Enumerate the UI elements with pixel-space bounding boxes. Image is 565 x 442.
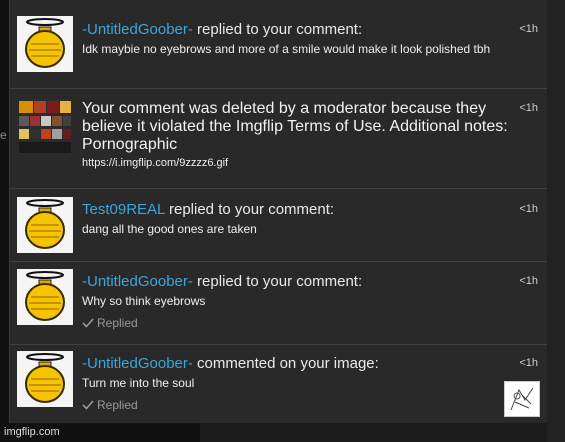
notification-username[interactable]: -UntitledGoober- <box>82 21 193 38</box>
replied-indicator: Replied <box>82 398 514 412</box>
sketch-image-icon <box>510 387 534 411</box>
image-thumbnail-icon <box>17 99 73 155</box>
notification-time: <1h <box>519 275 538 287</box>
notification-item[interactable]: Test09REAL replied to your comment: dang… <box>10 189 548 262</box>
moderation-message: Your comment was deleted by a moderator … <box>82 100 508 153</box>
replied-label: Replied <box>97 398 138 412</box>
notification-body: dang all the good ones are taken <box>82 222 257 236</box>
notifications-panel: -UntitledGoober- replied to your comment… <box>9 0 549 423</box>
avatar[interactable] <box>17 16 73 72</box>
left-edge-strip: e <box>0 0 9 442</box>
avatar[interactable] <box>17 351 73 407</box>
notification-username[interactable]: -UntitledGoober- <box>82 355 193 372</box>
notification-time: <1h <box>519 357 538 369</box>
golden-jar-halo-icon <box>25 199 65 249</box>
commented-image-thumbnail[interactable] <box>504 381 540 417</box>
imgflip-watermark: imgflip.com <box>0 423 200 442</box>
avatar[interactable] <box>17 197 73 253</box>
notification-username[interactable]: -UntitledGoober- <box>82 273 193 290</box>
notification-item[interactable]: -UntitledGoober- commented on your image… <box>10 345 548 423</box>
notification-action: commented on your image: <box>192 355 379 372</box>
notification-action: replied to your comment: <box>192 273 363 290</box>
replied-indicator: Replied <box>82 316 514 330</box>
checkmark-icon <box>82 400 94 410</box>
notification-item[interactable]: Your comment was deleted by a moderator … <box>10 89 548 189</box>
left-edge-text: e <box>0 128 7 142</box>
checkmark-icon <box>82 318 94 328</box>
notification-time: <1h <box>519 102 538 114</box>
replied-label: Replied <box>97 316 138 330</box>
notification-time: <1h <box>519 23 538 35</box>
notification-body: Turn me into the soul <box>82 376 195 390</box>
notification-time: <1h <box>519 203 538 215</box>
notification-body: Idk maybie no eyebrows and more of a smi… <box>82 42 491 56</box>
right-scroll-strip <box>547 0 565 442</box>
moderation-link[interactable]: https://i.imgflip.com/9zzzz6.gif <box>82 157 514 169</box>
notification-item[interactable]: -UntitledGoober- replied to your comment… <box>10 262 548 345</box>
avatar[interactable] <box>17 269 73 325</box>
golden-jar-halo-icon <box>25 18 65 68</box>
golden-jar-halo-icon <box>25 271 65 321</box>
image-thumbnail[interactable] <box>17 99 73 155</box>
notification-username[interactable]: Test09REAL <box>82 201 165 218</box>
notification-body: Why so think eyebrows <box>82 294 206 308</box>
notification-action: replied to your comment: <box>192 21 363 38</box>
notification-item[interactable]: -UntitledGoober- replied to your comment… <box>10 0 548 89</box>
notification-action: replied to your comment: <box>164 201 335 218</box>
golden-jar-halo-icon <box>25 353 65 403</box>
